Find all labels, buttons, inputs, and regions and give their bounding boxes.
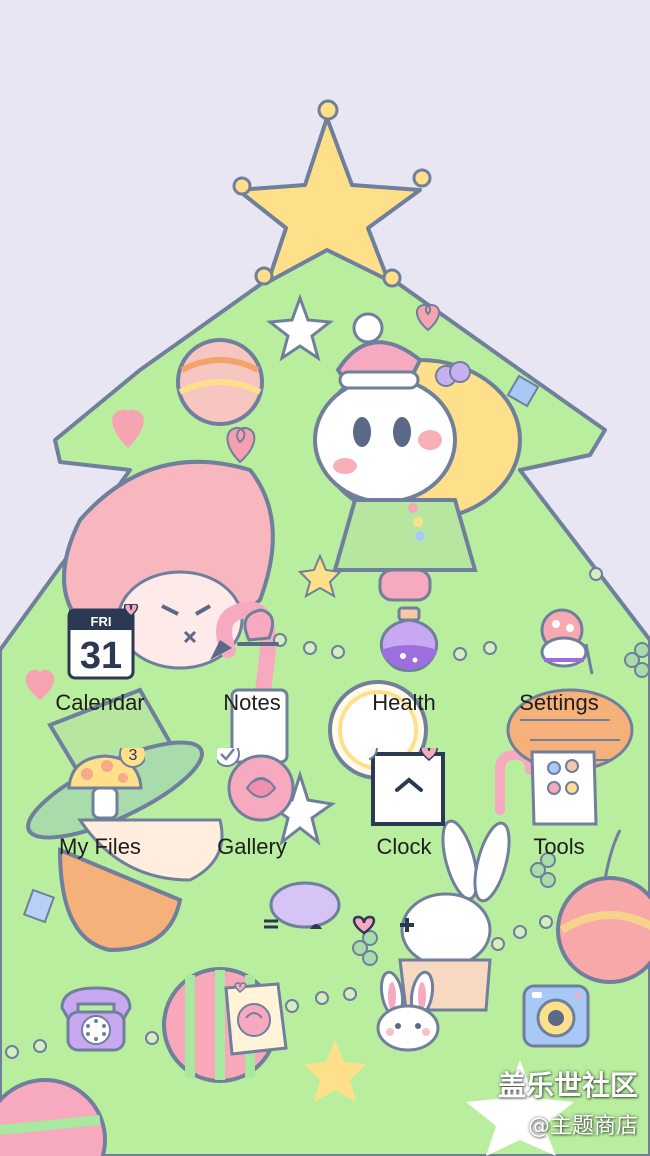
app-label: My Files xyxy=(59,834,141,859)
camera-icon xyxy=(522,984,590,1048)
app-gallery[interactable]: Gallery xyxy=(187,741,317,868)
app-label: Health xyxy=(372,690,436,715)
app-label: Gallery xyxy=(217,834,287,859)
app-tools[interactable]: Tools xyxy=(494,748,624,868)
app-label: Notes xyxy=(223,690,281,715)
app-label: Settings xyxy=(519,690,599,715)
app-notes[interactable]: Notes xyxy=(187,604,317,724)
phone-icon xyxy=(60,986,132,1052)
dock-camera[interactable] xyxy=(514,972,598,1056)
settings-icon xyxy=(524,604,604,684)
home-screen: FRI 31 Calendar Notes Health Settings 3 … xyxy=(0,0,650,1156)
app-clock[interactable]: Clock xyxy=(339,735,469,868)
page-indicator[interactable] xyxy=(252,907,422,941)
app-calendar[interactable]: FRI 31 Calendar xyxy=(35,603,165,724)
mushroom-icon: 3 xyxy=(65,740,147,828)
calendar-icon: FRI 31 xyxy=(65,603,145,684)
dock-messages[interactable] xyxy=(212,978,296,1062)
dock-phone[interactable] xyxy=(54,978,138,1062)
watermark-title: 盖乐世社区 xyxy=(497,1069,638,1102)
health-potion-icon xyxy=(369,604,449,684)
tools-icon xyxy=(524,748,604,828)
app-label: Tools xyxy=(533,834,585,859)
clock-icon xyxy=(352,735,449,828)
app-label: Calendar xyxy=(55,690,145,715)
notification-badge: 3 xyxy=(129,748,138,764)
bunny-icon xyxy=(376,970,440,1052)
active-page-heart xyxy=(352,915,376,935)
home-page-dot xyxy=(310,924,322,929)
calendar-date: 31 xyxy=(80,635,122,677)
app-label: Clock xyxy=(376,834,432,859)
dock-bunny[interactable] xyxy=(366,970,450,1054)
messages-icon xyxy=(224,982,288,1056)
app-settings[interactable]: Settings xyxy=(494,604,624,724)
app-health[interactable]: Health xyxy=(339,604,469,724)
watermark-subtitle: @主题商店 xyxy=(527,1114,638,1139)
calendar-day: FRI xyxy=(91,614,112,629)
page-indicator-menu xyxy=(264,919,278,929)
rose-icon xyxy=(214,741,297,828)
app-my-files[interactable]: 3 My Files xyxy=(35,740,165,868)
notes-icon xyxy=(217,604,297,684)
